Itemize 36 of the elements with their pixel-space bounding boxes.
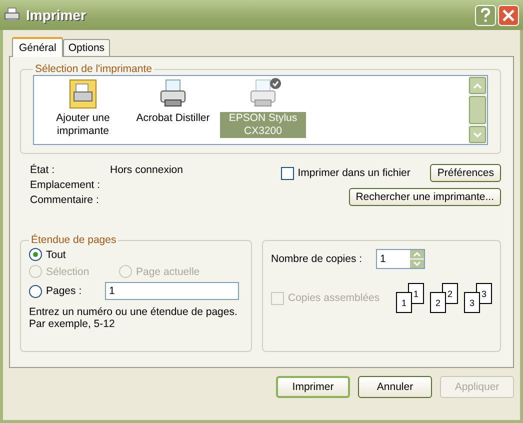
page-sheet: 2 <box>430 292 446 313</box>
tab[interactable]: Options <box>63 39 110 56</box>
hint-text: Par exemple, 5-12 <box>29 318 116 330</box>
group-title: Étendue de pages <box>30 234 118 246</box>
page-sheet: 3 <box>464 292 480 313</box>
dialog-button[interactable]: Imprimer <box>276 376 350 398</box>
dialog-button[interactable]: Annuler <box>358 376 432 398</box>
radio-label: Tout <box>46 248 66 260</box>
checkbox-label: Imprimer dans un fichier <box>298 167 410 179</box>
field-label: Emplacement : <box>30 179 102 191</box>
field-label: État : <box>30 164 56 176</box>
copies-spinner[interactable]: 1 <box>376 249 426 269</box>
field-label: Commentaire : <box>30 194 100 206</box>
radio-label: Page actuelle <box>136 266 200 278</box>
field-label: Nombre de copies : <box>271 253 362 265</box>
checkbox-label: Copies assemblées <box>288 292 380 304</box>
radio-button[interactable] <box>29 284 42 298</box>
printer-icon <box>4 7 20 23</box>
printer-name[interactable]: Acrobat Distiller <box>134 112 212 125</box>
page-sheet: 1 <box>396 292 412 313</box>
radio-button[interactable] <box>29 248 42 261</box>
tab[interactable]: Général <box>12 37 64 57</box>
checkbox[interactable] <box>280 166 294 180</box>
close-icon[interactable] <box>498 4 519 26</box>
printer-name[interactable]: Ajouter une imprimante <box>40 112 126 138</box>
group-title: Sélection de l'imprimante <box>34 63 153 75</box>
hint-text: Entrez un numéro ou une étendue de pages. <box>29 306 238 318</box>
preferences-button[interactable]: Préférences <box>430 164 501 182</box>
pages-field[interactable]: 1 <box>105 282 239 300</box>
find-printer-button[interactable]: Rechercher une imprimante... <box>348 188 501 206</box>
radio-label: Pages : <box>46 285 82 297</box>
add-printer-icon[interactable] <box>67 78 99 110</box>
window-title: Imprimer <box>26 7 86 23</box>
radio-label: Sélection <box>46 266 90 278</box>
help-icon[interactable] <box>475 4 496 26</box>
field-value: Hors connexion <box>110 164 183 176</box>
